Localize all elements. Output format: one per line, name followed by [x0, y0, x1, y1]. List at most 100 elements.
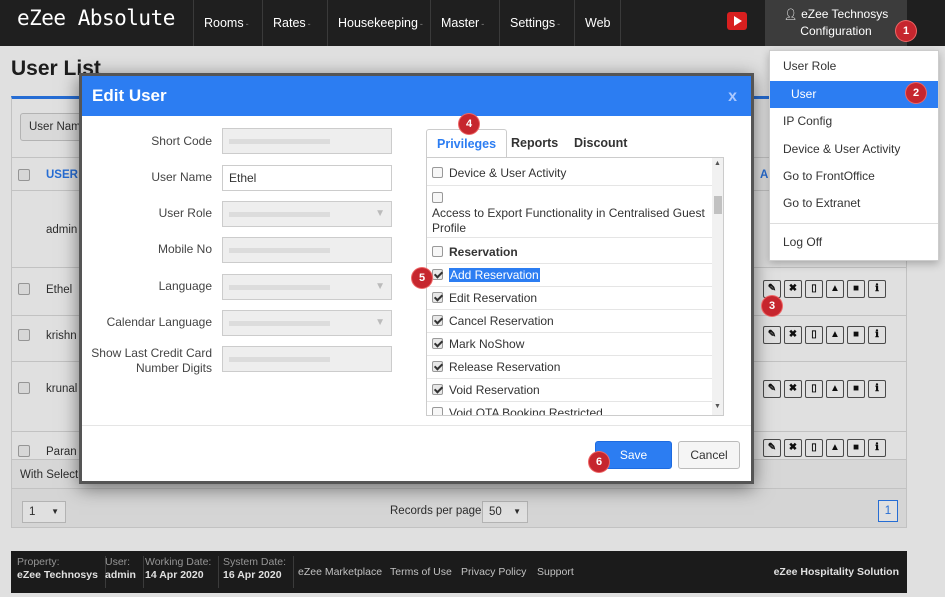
privilege-label: Mark NoShow	[449, 337, 525, 351]
modal-title: Edit User	[92, 86, 167, 105]
privilege-item[interactable]: Add Reservation	[432, 268, 712, 283]
privilege-checkbox[interactable]	[432, 407, 443, 415]
privilege-checkbox[interactable]	[432, 338, 443, 349]
step-badge-3: 3	[762, 296, 782, 316]
last-cc-digits-input[interactable]	[222, 346, 392, 372]
nav-master-label: Master	[441, 16, 480, 30]
divider	[770, 223, 938, 224]
user-name-label: User Name	[151, 170, 212, 184]
privilege-item[interactable]: Edit Reservation	[432, 291, 712, 306]
step-badge-4: 4	[459, 114, 479, 134]
user-menu[interactable]: 👤︎ eZee Technosys Configuration	[765, 0, 907, 46]
privilege-label: Device & User Activity	[449, 166, 567, 180]
menu-item-go-to-extranet[interactable]: Go to Extranet	[770, 190, 938, 217]
nav-settings[interactable]: Settings -	[499, 0, 570, 46]
privilege-label: Add Reservation	[449, 268, 540, 282]
privilege-group-label: Reservation	[449, 245, 518, 259]
step-badge-2: 2	[906, 83, 926, 103]
privileges-list: Device & User Activity Access to Export …	[426, 157, 724, 416]
step-badge-1: 1	[896, 21, 916, 41]
language-select[interactable]: ▼	[222, 274, 392, 300]
privilege-checkbox[interactable]	[432, 246, 443, 257]
last-cc-digits-label: Show Last Credit Card Number Digits	[91, 346, 212, 375]
user-menu-subtitle: Configuration	[800, 24, 872, 38]
short-code-input[interactable]	[222, 128, 392, 154]
user-role-label: User Role	[158, 206, 212, 220]
tab-discount[interactable]: Discount	[564, 129, 637, 158]
language-label: Language	[158, 279, 212, 293]
chevron-down-icon: ▼	[375, 208, 385, 219]
privilege-checkbox[interactable]	[432, 384, 443, 395]
privilege-checkbox[interactable]	[432, 361, 443, 372]
modal-header: Edit User x	[82, 76, 751, 116]
chevron-down-icon: ▼	[375, 281, 385, 292]
nav-rooms[interactable]: Rooms -	[193, 0, 259, 46]
nav-rates[interactable]: Rates -	[262, 0, 321, 46]
divider	[427, 309, 712, 310]
user-role-select[interactable]: ▼	[222, 201, 392, 227]
step-badge-5: 5	[412, 268, 432, 288]
privilege-item[interactable]: Void Reservation	[432, 383, 712, 398]
scrollbar-thumb[interactable]	[714, 196, 722, 214]
user-icon: 👤︎	[783, 9, 798, 21]
privilege-checkbox[interactable]	[432, 269, 443, 280]
privilege-item[interactable]: Device & User Activity	[432, 166, 712, 181]
nav-web-label: Web	[585, 16, 611, 30]
privilege-item[interactable]: Release Reservation	[432, 360, 712, 375]
chevron-down-icon: ▼	[375, 317, 385, 328]
cancel-button[interactable]: Cancel	[678, 441, 740, 469]
privilege-item[interactable]: Access to Export Functionality in Centra…	[432, 191, 712, 236]
divider	[427, 237, 712, 238]
divider	[427, 378, 712, 379]
divider	[427, 185, 712, 186]
nav-housekeeping-label: Housekeeping	[338, 16, 418, 30]
calendar-language-label: Calendar Language	[106, 315, 212, 329]
mobile-no-input[interactable]	[222, 237, 392, 263]
privilege-checkbox[interactable]	[432, 167, 443, 178]
youtube-icon[interactable]	[727, 12, 747, 30]
configuration-dropdown: User Role User IP Config Device & User A…	[769, 50, 939, 261]
top-navbar: eZee Absolute Rooms - Rates - Housekeeping…	[0, 0, 945, 46]
privilege-checkbox[interactable]	[432, 292, 443, 303]
divider	[427, 263, 712, 264]
nav-rooms-caret: -	[245, 19, 249, 29]
tab-reports[interactable]: Reports	[501, 129, 568, 158]
divider	[427, 355, 712, 356]
privilege-checkbox[interactable]	[432, 192, 443, 203]
step-badge-6: 6	[589, 452, 609, 472]
user-name: eZee Technosys	[801, 7, 889, 21]
divider	[427, 401, 712, 402]
menu-item-ip-config[interactable]: IP Config	[770, 108, 938, 135]
nav-settings-caret: -	[557, 19, 561, 29]
scroll-up-icon[interactable]: ▲	[714, 160, 721, 167]
privilege-label: Edit Reservation	[449, 291, 538, 305]
modal-footer-divider	[82, 425, 751, 426]
privilege-group[interactable]: Reservation	[432, 245, 712, 260]
nav-master-caret: -	[481, 19, 485, 29]
menu-item-device-user-activity[interactable]: Device & User Activity	[770, 136, 938, 163]
nav-rates-caret: -	[307, 19, 311, 29]
privilege-label: Void OTA Booking Restricted	[449, 406, 603, 416]
brand-logo[interactable]: eZee Absolute	[17, 6, 175, 30]
nav-master[interactable]: Master -	[430, 0, 494, 46]
menu-item-go-to-frontoffice[interactable]: Go to FrontOffice	[770, 163, 938, 190]
nav-housekeeping[interactable]: Housekeeping -	[327, 0, 433, 46]
privilege-item[interactable]: Cancel Reservation	[432, 314, 712, 329]
privilege-label: Void Reservation	[449, 383, 540, 397]
menu-item-user-role[interactable]: User Role	[770, 53, 938, 80]
privilege-checkbox[interactable]	[432, 315, 443, 326]
nav-rooms-label: Rooms	[204, 16, 244, 30]
nav-web[interactable]: Web	[574, 0, 622, 46]
privilege-item[interactable]: Mark NoShow	[432, 337, 712, 352]
scroll-down-icon[interactable]: ▼	[714, 403, 721, 410]
privilege-label: Cancel Reservation	[449, 314, 554, 328]
mobile-no-label: Mobile No	[157, 242, 212, 256]
privilege-item[interactable]: Void OTA Booking Restricted	[432, 406, 712, 416]
close-icon[interactable]: x	[728, 76, 737, 118]
privilege-label: Release Reservation	[449, 360, 561, 374]
user-name-input[interactable]: Ethel	[222, 165, 392, 191]
short-code-label: Short Code	[151, 134, 212, 148]
menu-item-log-off[interactable]: Log Off	[770, 229, 938, 256]
calendar-language-select[interactable]: ▼	[222, 310, 392, 336]
privilege-label: Access to Export Functionality in Centra…	[432, 206, 705, 235]
